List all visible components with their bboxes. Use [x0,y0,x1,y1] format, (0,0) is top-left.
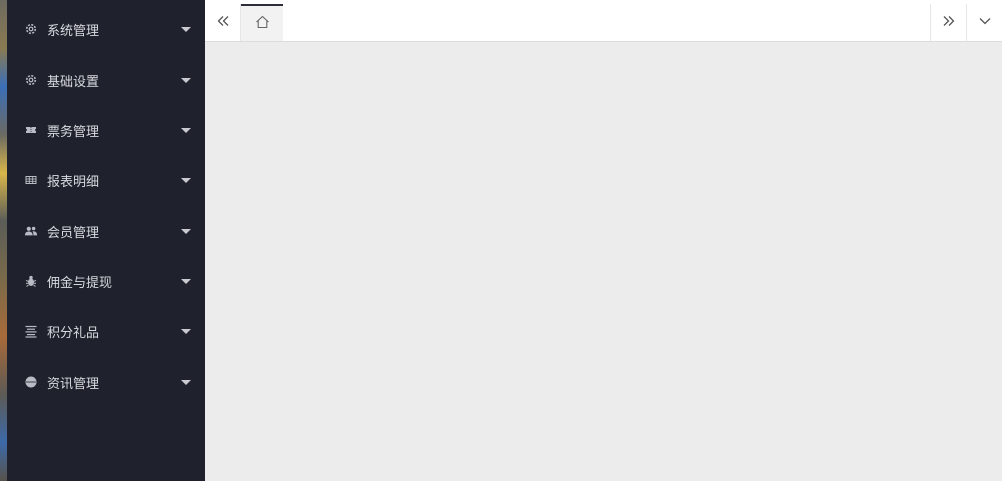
bug-icon [24,274,38,288]
sidebar-item-basic-settings[interactable]: 基础设置 [7,55,205,105]
sidebar-item-member-management[interactable]: 会员管理 [7,206,205,256]
scroll-tabs-left-button[interactable] [205,4,241,41]
scroll-tabs-right-button[interactable] [930,4,966,41]
sidebar-item-label: 积分礼品 [47,325,100,341]
gear-icon [24,73,38,87]
sidebar-item-points-gifts[interactable]: 积分礼品 [7,306,205,356]
main-content-area [205,42,1004,481]
tab-options-menu-button[interactable] [966,4,1002,41]
ticket-icon [24,123,38,137]
tab-bar [205,4,1002,42]
caret-down-icon [181,77,191,83]
desktop-background-strip [0,0,7,481]
sidebar-item-label: 会员管理 [47,225,100,241]
sidebar-item-label: 票务管理 [47,124,100,140]
sidebar: 系统管理 基础设置 票务管理 报表明细 会员管理 佣金与提现 积分礼品 资讯管理 [7,0,205,481]
caret-down-icon [181,127,191,133]
sidebar-item-label: 报表明细 [47,174,100,190]
users-icon [24,224,38,238]
caret-down-icon [181,26,191,32]
sidebar-item-label: 系统管理 [47,23,100,39]
sidebar-item-report-details[interactable]: 报表明细 [7,155,205,205]
table-icon [24,173,38,187]
sidebar-item-label: 资讯管理 [47,376,100,392]
caret-down-icon [181,379,191,385]
double-chevron-left-icon [216,13,230,32]
home-icon [255,14,270,33]
list-icon [24,324,38,338]
caret-down-icon [181,328,191,334]
sidebar-item-label: 佣金与提现 [47,275,113,291]
sidebar-item-label: 基础设置 [47,74,100,90]
sidebar-item-commission-withdrawal[interactable]: 佣金与提现 [7,256,205,306]
caret-down-icon [181,177,191,183]
sidebar-item-ticket-management[interactable]: 票务管理 [7,105,205,155]
sidebar-item-system-management[interactable]: 系统管理 [7,4,205,54]
caret-down-icon [181,228,191,234]
double-chevron-right-icon [942,13,956,32]
gear-icon [24,22,38,36]
chevron-down-icon [978,13,992,32]
circle-icon [24,375,38,389]
sidebar-item-news-management[interactable]: 资讯管理 [7,357,205,407]
tab-home[interactable] [241,4,283,41]
caret-down-icon [181,278,191,284]
